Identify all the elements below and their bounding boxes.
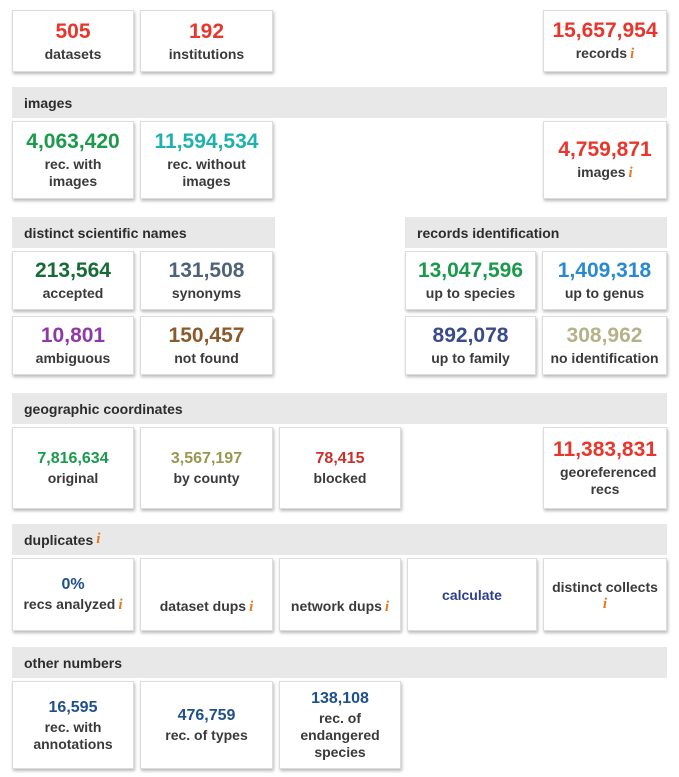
synonyms-card[interactable]: 131,508 synonyms: [140, 251, 273, 310]
up-to-family-card[interactable]: 892,078 up to family: [405, 316, 536, 375]
rec-without-images-label: rec. without images: [167, 156, 246, 189]
institutions-label: institutions: [168, 45, 245, 62]
duplicates-header-label: duplicates: [24, 531, 94, 548]
records-count: 15,657,954: [552, 19, 658, 42]
up-to-genus-count: 1,409,318: [557, 259, 652, 282]
info-icon[interactable]: i: [385, 599, 389, 615]
rec-with-images-label: rec. with images: [44, 156, 102, 189]
distinct-collects-label: distinct collects: [552, 578, 658, 595]
info-icon[interactable]: i: [630, 46, 634, 62]
blocked-card[interactable]: 78,415 blocked: [279, 427, 401, 509]
up-to-family-count: 892,078: [432, 324, 509, 347]
original-coords-count: 7,816,634: [37, 450, 109, 467]
blocked-label: blocked: [313, 470, 367, 486]
not-found-count: 150,457: [168, 324, 245, 347]
up-to-genus-card[interactable]: 1,409,318 up to genus: [542, 251, 667, 310]
georeferenced-count: 11,383,831: [553, 438, 657, 461]
institutions-count: 192: [188, 19, 225, 43]
annotations-card[interactable]: 16,595 rec. with annotations: [12, 681, 134, 769]
accepted-card[interactable]: 213,564 accepted: [12, 251, 134, 310]
up-to-species-card[interactable]: 13,047,596 up to species: [405, 251, 536, 310]
ambiguous-card[interactable]: 10,801 ambiguous: [12, 316, 134, 375]
scientific-names-header: distinct scientific names: [12, 217, 275, 248]
geographic-coordinates-header: geographic coordinates: [12, 393, 667, 424]
by-county-label: by county: [173, 470, 240, 486]
rec-without-images-count: 11,594,534: [154, 130, 259, 153]
endangered-count: 138,108: [311, 690, 369, 707]
info-icon[interactable]: i: [603, 596, 607, 613]
by-county-count: 3,567,197: [170, 450, 243, 467]
up-to-species-label: up to species: [425, 285, 516, 301]
up-to-family-label: up to family: [431, 350, 510, 366]
recs-analyzed-label-wrap: recs analyzed i: [23, 596, 122, 614]
images-total-count: 4,759,871: [558, 138, 652, 161]
ambiguous-count: 10,801: [40, 324, 106, 347]
network-dups-label-wrap: network dups i: [291, 598, 389, 616]
by-county-card[interactable]: 3,567,197 by county: [140, 427, 273, 509]
info-icon[interactable]: i: [629, 165, 633, 181]
annotations-label: rec. with annotations: [33, 718, 113, 752]
synonyms-label: synonyms: [171, 285, 242, 301]
records-label-wrap: records i: [576, 45, 635, 63]
institutions-card[interactable]: 192 institutions: [140, 10, 273, 72]
no-identification-count: 308,962: [566, 324, 643, 347]
no-identification-label: no identification: [550, 350, 659, 366]
endangered-card[interactable]: 138,108 rec. of endangered species: [279, 681, 401, 769]
no-identification-card[interactable]: 308,962 no identification: [542, 316, 667, 375]
images-header: images: [12, 87, 667, 118]
endangered-label: rec. of endangered species: [300, 710, 380, 760]
info-icon[interactable]: i: [96, 531, 100, 548]
network-dups-label: network dups: [290, 598, 382, 614]
blocked-count: 78,415: [315, 450, 365, 467]
georeferenced-label: georeferenced recs: [560, 464, 657, 497]
accepted-label: accepted: [42, 285, 104, 301]
rec-without-images-card[interactable]: 11,594,534 rec. without images: [140, 121, 273, 199]
dataset-dups-label: dataset dups: [159, 598, 247, 614]
accepted-count: 213,564: [35, 259, 111, 282]
up-to-genus-label: up to genus: [564, 285, 645, 301]
types-card[interactable]: 476,759 rec. of types: [140, 681, 273, 769]
records-identification-header: records identification: [405, 217, 667, 248]
recs-analyzed-card[interactable]: 0% recs analyzed i: [12, 558, 134, 631]
recs-analyzed-label: recs analyzed: [23, 596, 116, 612]
georeferenced-card[interactable]: 11,383,831 georeferenced recs: [543, 427, 667, 509]
calculate-link[interactable]: calculate: [442, 587, 502, 603]
original-coords-label: original: [47, 470, 99, 486]
recs-analyzed-value: 0%: [61, 576, 85, 593]
datasets-card[interactable]: 505 datasets: [12, 10, 134, 72]
not-found-label: not found: [174, 350, 239, 366]
annotations-count: 16,595: [48, 698, 98, 716]
images-total-label-wrap: images i: [577, 164, 632, 182]
datasets-label: datasets: [44, 45, 102, 62]
original-coords-card[interactable]: 7,816,634 original: [12, 427, 134, 509]
synonyms-count: 131,508: [168, 259, 245, 282]
records-label: records: [575, 45, 628, 61]
images-total-card[interactable]: 4,759,871 images i: [543, 121, 667, 199]
dataset-dups-label-wrap: dataset dups i: [160, 598, 254, 616]
info-icon[interactable]: i: [118, 597, 122, 613]
records-card[interactable]: 15,657,954 records i: [543, 10, 667, 72]
types-label: rec. of types: [165, 727, 248, 743]
types-count: 476,759: [177, 707, 236, 724]
ambiguous-label: ambiguous: [35, 350, 111, 366]
duplicates-header: duplicates i: [12, 524, 667, 555]
distinct-collects-card[interactable]: distinct collects i: [543, 558, 667, 631]
network-dups-card[interactable]: network dups i: [279, 558, 401, 631]
other-numbers-header: other numbers: [12, 647, 667, 678]
dataset-dups-card[interactable]: dataset dups i: [140, 558, 273, 631]
calculate-card[interactable]: calculate: [407, 558, 537, 631]
rec-with-images-count: 4,063,420: [26, 130, 120, 153]
datasets-count: 505: [55, 19, 91, 43]
not-found-card[interactable]: 150,457 not found: [140, 316, 273, 375]
up-to-species-count: 13,047,596: [417, 259, 524, 282]
images-total-label: images: [577, 164, 626, 180]
rec-with-images-card[interactable]: 4,063,420 rec. with images: [12, 121, 134, 199]
info-icon[interactable]: i: [249, 599, 253, 615]
